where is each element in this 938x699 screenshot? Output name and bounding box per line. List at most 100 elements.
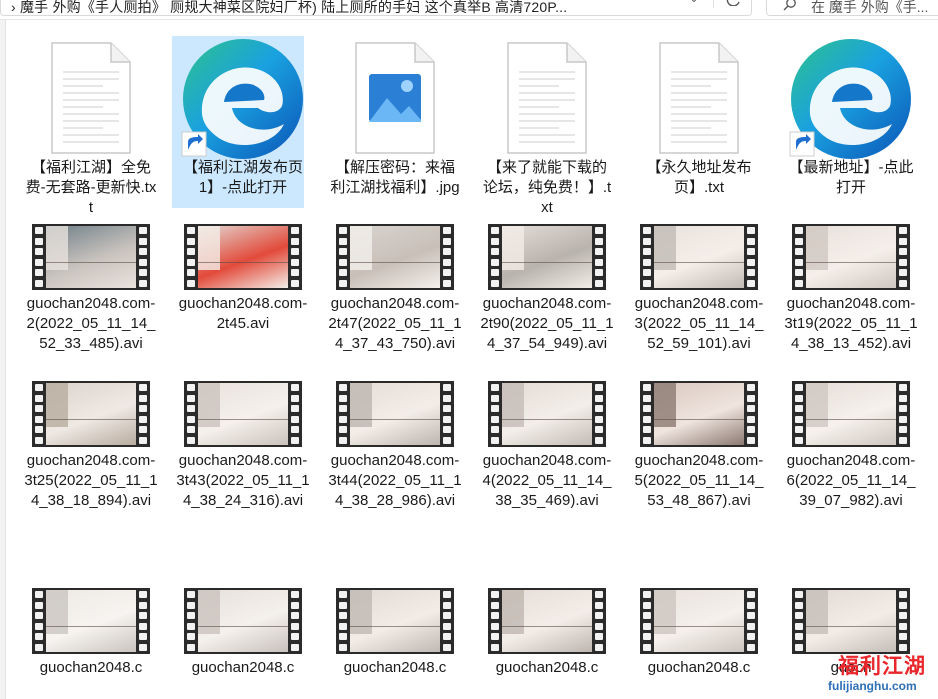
video-thumbnail (184, 381, 302, 447)
film-hole (35, 279, 43, 287)
video-frame (46, 383, 136, 445)
edge-shortcut-icon (789, 39, 911, 159)
video-thumbnail (336, 381, 454, 447)
film-hole (899, 384, 907, 391)
film-hole (291, 415, 299, 423)
film-hole (187, 227, 195, 234)
film-hole (595, 643, 603, 651)
video-thumbnail (488, 224, 606, 290)
file-name: 【福利江湖】全免费-无套路-更新快.txt (25, 159, 157, 216)
film-hole (35, 258, 43, 266)
film-hole (443, 227, 451, 234)
film-hole (747, 248, 755, 255)
file-name: guochan2048.c (495, 659, 599, 676)
file-name: guochan2048.com-2t45.avi (178, 295, 308, 332)
film-hole (339, 227, 347, 234)
film-hole (643, 227, 651, 234)
film-hole (595, 227, 603, 234)
film-hole (491, 279, 499, 287)
film-hole (643, 248, 651, 255)
film-hole (747, 612, 755, 619)
film-hole (491, 643, 499, 651)
film-hole (291, 279, 299, 287)
film-hole (747, 643, 755, 651)
film-hole (595, 622, 603, 630)
film-hole (443, 415, 451, 423)
film-strip-right (440, 588, 454, 654)
film-hole (139, 415, 147, 423)
film-hole (491, 612, 499, 619)
film-hole (339, 643, 347, 651)
film-hole (491, 394, 499, 402)
file-name: 【最新地址】-点此打开 (788, 159, 914, 196)
film-hole (899, 591, 907, 598)
film-hole (747, 269, 755, 276)
film-hole (595, 258, 603, 266)
film-hole (747, 384, 755, 391)
film-strip-right (744, 381, 758, 447)
film-hole (899, 227, 907, 234)
file-name: guochan2048.com-4(2022_05_11_14_38_35_46… (482, 452, 612, 509)
film-hole (443, 248, 451, 255)
film-hole (747, 426, 755, 433)
film-hole (291, 591, 299, 598)
film-hole (187, 384, 195, 391)
video-thumbnail (32, 381, 150, 447)
film-hole (35, 622, 43, 630)
film-hole (139, 622, 147, 630)
film-hole (491, 426, 499, 433)
film-hole (795, 633, 803, 640)
film-hole (339, 384, 347, 391)
video-frame (806, 383, 896, 445)
film-strip-left (184, 381, 198, 447)
film-strip-left (184, 588, 198, 654)
film-hole (35, 227, 43, 234)
film-hole (187, 248, 195, 255)
film-hole (35, 415, 43, 423)
film-hole (491, 415, 499, 423)
film-hole (643, 591, 651, 598)
film-hole (795, 601, 803, 609)
video-frame (46, 590, 136, 652)
film-hole (35, 269, 43, 276)
film-hole (339, 394, 347, 402)
film-hole (291, 394, 299, 402)
video-frame (502, 590, 592, 652)
film-hole (187, 258, 195, 266)
film-strip-left (488, 588, 502, 654)
file-name: guochan2048.com-3t19(2022_05_11_14_38_13… (784, 295, 918, 352)
film-strip-right (896, 381, 910, 447)
film-hole (595, 415, 603, 423)
film-hole (795, 436, 803, 444)
text-file-icon (507, 42, 587, 154)
film-hole (339, 248, 347, 255)
film-hole (35, 436, 43, 444)
file-name: 【福利江湖发布页1】-点此打开 (182, 159, 303, 196)
film-strip-left (792, 381, 806, 447)
film-hole (795, 622, 803, 630)
film-hole (187, 237, 195, 245)
film-hole (595, 384, 603, 391)
film-hole (747, 394, 755, 402)
video-thumbnail (792, 381, 910, 447)
film-hole (899, 436, 907, 444)
video-frame (806, 226, 896, 288)
file-name: guochan2048.com-3t43(2022_05_11_14_38_24… (176, 452, 310, 509)
film-hole (291, 248, 299, 255)
film-hole (491, 436, 499, 444)
film-strip-left (792, 588, 806, 654)
image-file-icon (355, 42, 435, 154)
video-frame (502, 383, 592, 445)
film-hole (795, 279, 803, 287)
film-hole (35, 633, 43, 640)
film-hole (795, 612, 803, 619)
video-thumbnail (336, 588, 454, 654)
film-hole (187, 279, 195, 287)
film-hole (643, 258, 651, 266)
film-hole (899, 394, 907, 402)
film-hole (491, 622, 499, 630)
film-hole (291, 622, 299, 630)
file-name: guochan2048.com-2(2022_05_11_14_52_33_48… (26, 295, 156, 352)
film-hole (291, 258, 299, 266)
film-hole (595, 426, 603, 433)
